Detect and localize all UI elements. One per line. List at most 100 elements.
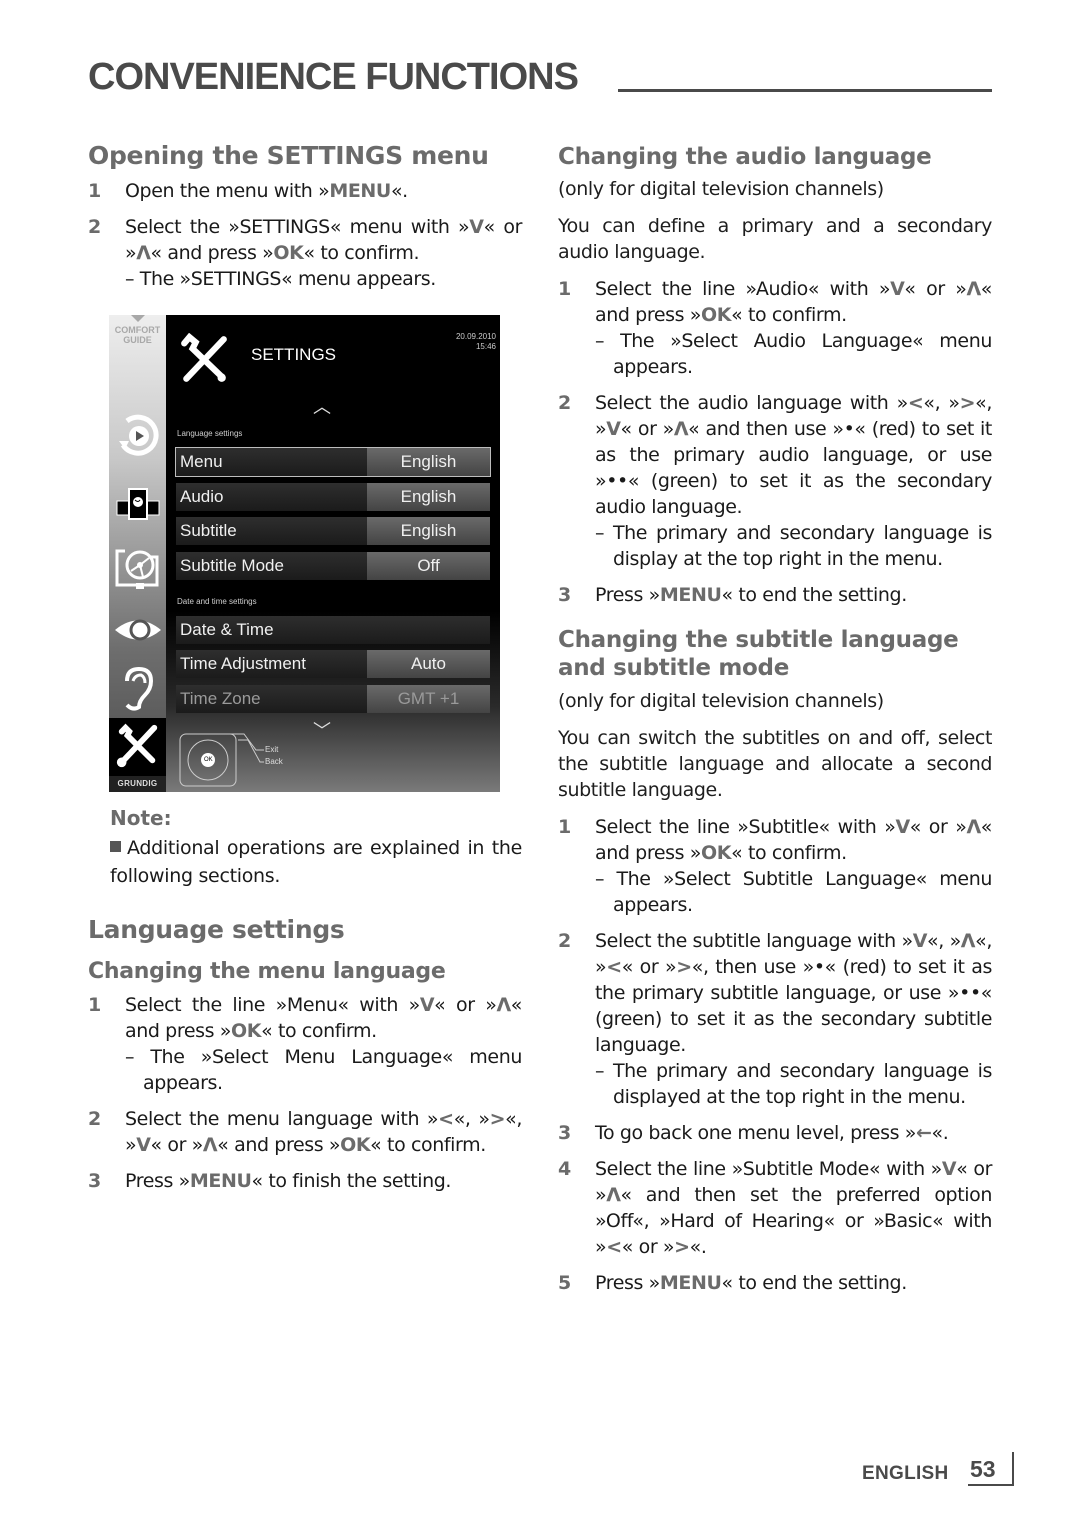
remote-key-label: OK — [701, 842, 732, 864]
title-rule — [618, 89, 992, 92]
instruction-step: 1 Select the line »Menu« with »V« or »Λ« … — [88, 992, 522, 1096]
note-body: Additional operations are explained in t… — [110, 837, 522, 887]
step-number: 1 — [558, 278, 571, 300]
instruction-step: 3 To go back one menu level, press »←«. — [558, 1120, 992, 1146]
group-label-datetime: Date and time settings — [177, 597, 257, 606]
section-opening-settings: Opening the SETTINGS menu 1 Open the menu… — [88, 140, 522, 292]
step-number: 3 — [558, 1122, 571, 1144]
remote-ok-label: OK — [204, 757, 213, 763]
wrench-screwdriver-icon — [116, 723, 158, 768]
page-number-rule-vertical — [1012, 1452, 1014, 1486]
section-subtitle-language: Changing the subtitle language and subti… — [558, 626, 992, 1296]
remote-key-label: MENU — [189, 1170, 252, 1192]
step-text: Press »MENU« to finish the setting. — [125, 1170, 452, 1192]
steps-opening: 1 Open the menu with »MENU«. 2 Select the »… — [88, 178, 522, 292]
tv-row-subtitle-language[interactable]: Subtitle English — [176, 517, 490, 545]
remote-key-label: V — [912, 930, 928, 952]
remote-key-label: Λ — [673, 418, 689, 440]
step-number: 2 — [88, 216, 101, 238]
step-number: 4 — [558, 1158, 571, 1180]
settings-tools-icon — [181, 333, 227, 382]
instruction-step: 2 Select the menu language with »<«, »>«,… — [88, 1106, 522, 1158]
exit-label: Exit — [265, 745, 279, 754]
step-text: Press »MENU« to end the setting. — [595, 584, 907, 606]
tv-row-subtitle-mode[interactable]: Subtitle Mode Off — [176, 552, 490, 580]
bullet-square-icon — [110, 841, 121, 852]
step-text: To go back one menu level, press »←«. — [595, 1122, 949, 1144]
remote-key-label: MENU — [659, 1272, 722, 1294]
step-text: Open the menu with »MENU«. — [125, 180, 408, 202]
group-label-language: Language settings — [177, 429, 243, 438]
remote-key-label: OK — [701, 304, 732, 326]
audio-qualifier: (only for digital television channels) — [558, 178, 884, 200]
tv-row-date-time[interactable]: Date & Time — [176, 616, 490, 644]
footer-language: ENGLISH — [862, 1463, 949, 1484]
remote-key-label: V — [895, 816, 910, 838]
remote-key-label: Λ — [496, 994, 511, 1016]
tv-row-audio-language[interactable]: Audio English — [176, 483, 490, 511]
step-number: 3 — [88, 1170, 101, 1192]
tv-menu-title: SETTINGS — [251, 345, 337, 364]
step-number: 1 — [88, 994, 101, 1016]
remote-key-label: > — [489, 1108, 506, 1130]
steps-menu-language: 1 Select the line »Menu« with »V« or »Λ« … — [88, 992, 522, 1194]
step-text: Select the line »Subtitle Mode« with »V«… — [595, 1158, 992, 1258]
section-language-settings: Language settings Changing the menu lang… — [88, 914, 522, 1194]
remote-key-label: Λ — [966, 278, 981, 300]
heading-opening-settings: Opening the SETTINGS menu — [88, 141, 489, 170]
step-result: – The primary and secondary language is … — [595, 522, 992, 570]
remote-key-label: Λ — [960, 930, 976, 952]
instruction-step: 2 Select the audio language with »<«, »>«… — [558, 390, 992, 572]
remote-navigation-icon — [179, 733, 264, 787]
play-circle-icon — [119, 414, 159, 456]
remote-key-label: Λ — [136, 242, 151, 264]
remote-key-label: MENU — [659, 584, 722, 606]
page-title: CONVENIENCE FUNCTIONS — [88, 56, 579, 98]
comfort-guide-label: COMFORT GUIDE — [114, 325, 161, 345]
steps-audio-language: 1 Select the line »Audio« with »V« or »Λ«… — [558, 276, 992, 608]
remote-key-label: < — [438, 1108, 454, 1130]
remote-key-label: > — [674, 1236, 690, 1258]
step-text: Select the audio language with »<«, »>«,… — [595, 392, 992, 518]
instruction-step: 2 Select the subtitle language with »V«, … — [558, 928, 992, 1110]
tv-settings-screenshot: COMFORT GUIDE GRUNDIG SETTINGS 20.09.201… — [109, 315, 500, 792]
scroll-up-icon[interactable]: ︿ — [313, 393, 331, 419]
instruction-step: 1 Select the line »Audio« with »V« or »Λ«… — [558, 276, 992, 380]
heading-subtitle-language: Changing the subtitle language and subti… — [558, 627, 959, 681]
remote-key-label: OK — [273, 242, 304, 264]
tv-row-time-adjustment[interactable]: Time Adjustment Auto — [176, 650, 490, 678]
heading-menu-language: Changing the menu language — [88, 959, 446, 984]
step-text: Select the subtitle language with »V«, »… — [595, 930, 992, 1056]
tv-settings-panel: SETTINGS 20.09.2010 15:46 ︿ Language set… — [166, 315, 500, 792]
instruction-step: 1 Open the menu with »MENU«. — [88, 178, 522, 204]
step-text: Press »MENU« to end the setting. — [595, 1272, 907, 1294]
tv-row-menu-language[interactable]: Menu English — [175, 447, 491, 477]
note-title: Note: — [110, 806, 172, 830]
remote-key-label: < — [606, 1236, 622, 1258]
back-label: Back — [265, 757, 283, 766]
sidebar-item-settings-active[interactable] — [109, 718, 166, 776]
step-number: 2 — [558, 930, 571, 952]
picture-settings-icon — [115, 549, 159, 589]
remote-key-label: > — [959, 392, 976, 414]
heading-audio-language: Changing the audio language — [558, 144, 932, 170]
step-text: Select the line »Menu« with »V« or »Λ« a… — [125, 994, 522, 1042]
remote-key-label: OK — [340, 1134, 371, 1156]
tv-row-time-zone[interactable]: Time Zone GMT +1 — [176, 685, 490, 713]
steps-subtitle-language: 1 Select the line »Subtitle« with »V« or … — [558, 814, 992, 1296]
remote-key-label: V — [419, 994, 435, 1016]
step-result: – The »Select Audio Language« menu appea… — [595, 330, 992, 378]
step-result: – The »Select Menu Language« menu appear… — [125, 1046, 522, 1094]
remote-key-label: Λ — [966, 816, 981, 838]
page-number: 53 — [970, 1456, 996, 1482]
section-audio-language: Changing the audio language (only for di… — [558, 140, 992, 608]
triangle-down-icon — [131, 315, 145, 322]
scroll-down-icon[interactable]: ﹀ — [313, 717, 331, 743]
remote-key-label: ← — [915, 1122, 932, 1144]
step-result: – The »SETTINGS« menu appears. — [125, 268, 436, 290]
media-globe-icon — [116, 488, 160, 520]
heading-language-settings: Language settings — [88, 915, 345, 944]
ear-icon — [125, 666, 154, 711]
remote-key-label: Λ — [202, 1134, 218, 1156]
remote-key-label: MENU — [329, 180, 391, 202]
